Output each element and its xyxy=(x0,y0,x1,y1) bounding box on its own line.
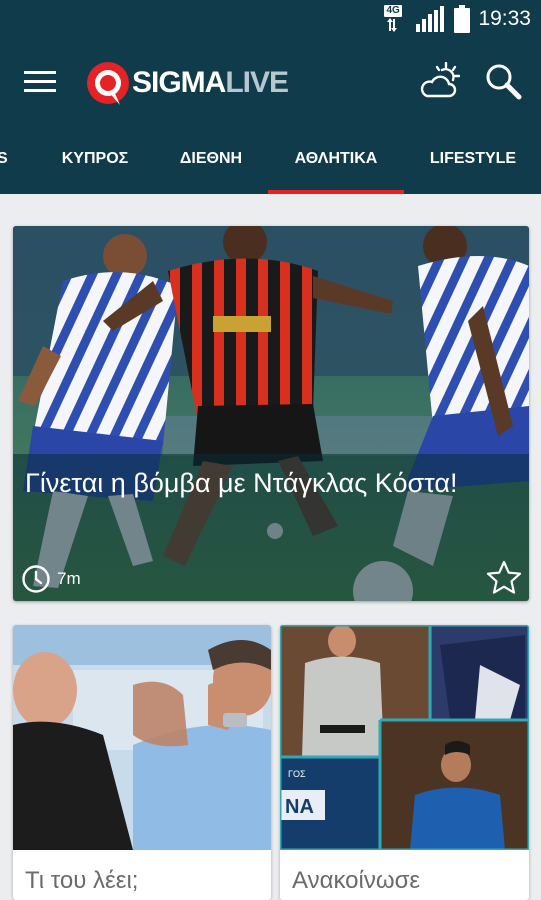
tab-athlitika[interactable]: ΑΘΛΗΤΙΚΑ xyxy=(268,128,404,194)
tab-kypros[interactable]: ΚΥΠΡΟΣ xyxy=(58,128,132,194)
tab-news[interactable]: ES xyxy=(0,128,14,194)
featured-article-title: Γίνεται η βόμβα με Ντάγκλας Κόστα! xyxy=(25,468,458,498)
tab-lifestyle[interactable]: LIFESTYLE xyxy=(426,128,520,194)
weather-icon xyxy=(420,61,461,98)
data-arrows-icon xyxy=(387,18,398,32)
banner-text-top: ΓΟΣ xyxy=(288,769,306,779)
article-card[interactable]: Τι του λέει; xyxy=(13,625,271,900)
weather-button[interactable] xyxy=(418,61,461,102)
logo-text-live: LIVE xyxy=(225,66,289,99)
battery-icon xyxy=(454,5,471,33)
signal-icon xyxy=(416,6,445,32)
featured-article-card[interactable]: Γίνεται η βόμβα με Ντάγκλας Κόστα! 7m xyxy=(13,226,529,601)
app-logo[interactable]: SIGMALIVE xyxy=(86,58,289,108)
category-tabs: ES ΚΥΠΡΟΣ ΔΙΕΘΝΗ ΑΘΛΗΤΙΚΑ LIFESTYLE xyxy=(0,128,541,194)
star-icon xyxy=(486,560,522,594)
hamburger-icon xyxy=(24,71,56,92)
article-title: Ανακοίνωσε xyxy=(292,867,421,894)
search-icon xyxy=(486,64,522,100)
logo-icon xyxy=(87,62,129,105)
article-image xyxy=(13,625,271,850)
menu-button[interactable] xyxy=(24,68,58,96)
network-type: 4G xyxy=(384,5,402,17)
article-image: NA ΓΟΣ xyxy=(280,625,529,850)
clock-icon xyxy=(22,565,50,593)
search-button[interactable] xyxy=(484,62,524,102)
time-ago: 7m xyxy=(57,569,81,588)
article-timestamp: 7m xyxy=(21,564,81,594)
favorite-button[interactable] xyxy=(485,559,523,597)
clock: 19:33 xyxy=(478,7,531,30)
status-bar: 4G 19:33 xyxy=(0,0,541,38)
logo-text-sigma: SIGMA xyxy=(132,66,226,99)
app-bar: SIGMALIVE xyxy=(0,38,541,128)
tab-diethni[interactable]: ΔΙΕΘΝΗ xyxy=(176,128,246,194)
article-card[interactable]: NA ΓΟΣ Ανακοίνωσε xyxy=(280,625,529,900)
article-title: Τι του λέει; xyxy=(25,867,139,894)
banner-text: NA xyxy=(285,796,314,818)
network-indicator: 4G xyxy=(384,5,408,33)
